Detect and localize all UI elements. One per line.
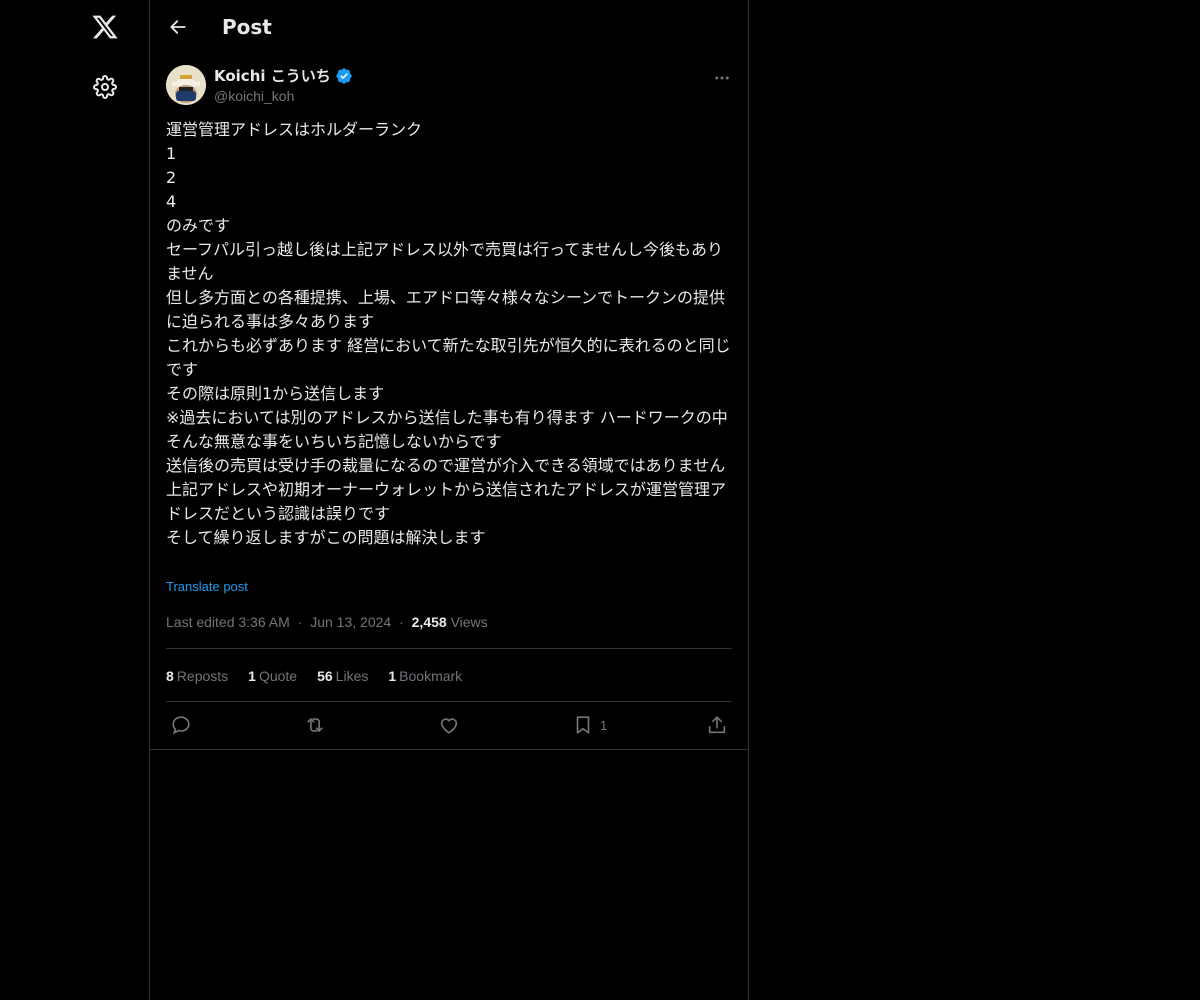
divider [150, 749, 748, 750]
share-button[interactable] [706, 712, 728, 738]
more-button[interactable] [710, 66, 734, 90]
author-name[interactable]: Koichi こういち [214, 66, 353, 86]
quotes-stat[interactable]: 1 Quote [248, 665, 297, 687]
post-header: Post [150, 0, 748, 53]
reposts-stat[interactable]: 8 Reposts [166, 665, 228, 687]
repost-button[interactable] [304, 712, 326, 738]
avatar[interactable] [166, 65, 206, 105]
views-label: Views [450, 614, 488, 630]
post-date[interactable]: Jun 13, 2024 [310, 614, 391, 630]
reply-icon [172, 716, 190, 735]
bookmark-count: 1 [600, 717, 608, 733]
x-logo-icon[interactable] [81, 3, 129, 51]
page-title: Post [222, 15, 272, 39]
bookmark-button[interactable]: 1 [572, 712, 607, 738]
divider [166, 648, 732, 649]
post-stats: 8 Reposts 1 Quote 56 Likes 1 Bookmark [166, 665, 462, 687]
edited-time[interactable]: Last edited 3:36 AM [166, 614, 290, 630]
reply-button[interactable] [170, 712, 192, 738]
verified-badge-icon [336, 68, 352, 84]
post-text: 運営管理アドレスはホルダーランク 1 2 4 のみです セーフパル引っ越し後は上… [166, 120, 731, 547]
likes-stat[interactable]: 56 Likes [317, 665, 368, 687]
gear-icon[interactable] [81, 63, 129, 111]
like-button[interactable] [438, 712, 460, 738]
post-column: Post Koichi こういち @koichi_koh 運営管理アドレスはホル… [149, 0, 749, 1000]
arrow-left-icon [170, 20, 186, 34]
back-button[interactable] [161, 8, 195, 46]
bookmark-icon [576, 716, 590, 734]
post-meta: Last edited 3:36 AM · Jun 13, 2024 · 2,4… [166, 614, 488, 630]
translate-post-link[interactable]: Translate post [166, 577, 248, 597]
author-handle[interactable]: @koichi_koh [214, 86, 294, 106]
left-nav [0, 0, 149, 1000]
author-row: Koichi こういち @koichi_koh [150, 53, 748, 117]
heart-icon [440, 718, 458, 734]
bookmarks-stat[interactable]: 1 Bookmark [388, 665, 462, 687]
repost-icon [307, 718, 323, 732]
action-bar: 1 [166, 702, 732, 748]
share-icon [708, 716, 726, 734]
views-count: 2,458 [411, 614, 447, 630]
more-horizontal-icon [715, 76, 729, 80]
